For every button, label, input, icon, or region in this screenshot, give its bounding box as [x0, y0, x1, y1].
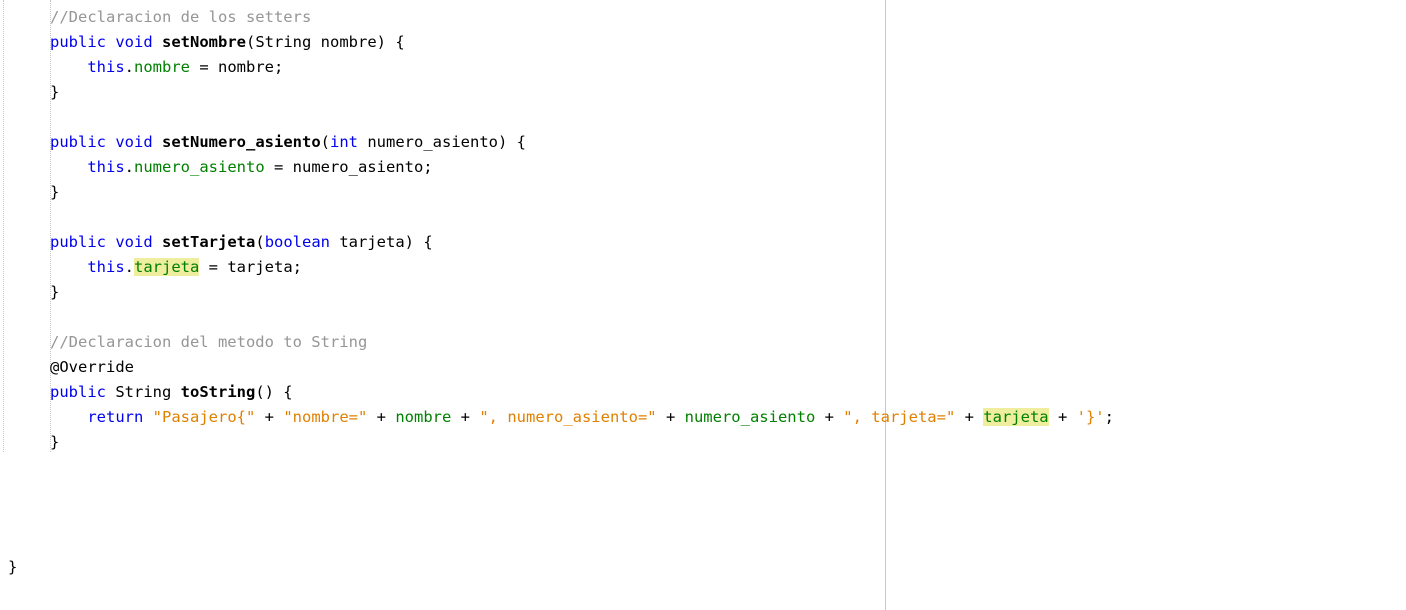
- code-token: (: [255, 233, 265, 251]
- code-token: int: [330, 133, 358, 151]
- code-token: }: [50, 183, 60, 201]
- code-token: public: [50, 233, 106, 251]
- code-token: }: [50, 283, 60, 301]
- code-token: @Override: [50, 358, 134, 376]
- code-token: boolean: [264, 233, 331, 251]
- code-token: numero_asiento) {: [358, 133, 526, 151]
- code-token: ", numero_asiento=": [479, 408, 657, 426]
- code-token: (: [320, 133, 330, 151]
- code-text-area[interactable]: //Declaracion de los setters public void …: [0, 0, 1406, 610]
- code-token: +: [955, 408, 984, 426]
- code-token: '}': [1076, 408, 1105, 426]
- code-line: }: [50, 80, 59, 105]
- code-token: void: [115, 33, 153, 51]
- code-token: .: [124, 258, 134, 276]
- code-token: }: [50, 83, 60, 101]
- code-token: "nombre=": [283, 408, 368, 426]
- code-line: this.tarjeta = tarjeta;: [50, 255, 302, 280]
- code-token: public: [50, 383, 106, 401]
- highlighted-token: tarjeta: [134, 258, 200, 276]
- code-token: = nombre;: [190, 58, 284, 76]
- code-token: = numero_asiento;: [264, 158, 433, 176]
- code-token: (String nombre) {: [246, 33, 405, 51]
- code-line: //Declaracion del metodo to String: [50, 330, 367, 355]
- code-token: public: [50, 133, 106, 151]
- code-line: }: [50, 430, 59, 455]
- code-token: //Declaracion de los setters: [50, 8, 312, 26]
- code-token: this: [87, 158, 125, 176]
- highlighted-token: tarjeta: [983, 408, 1049, 426]
- code-token: +: [367, 408, 396, 426]
- code-token: +: [255, 408, 284, 426]
- code-token: ;: [1104, 408, 1114, 426]
- code-token: "Pasajero{": [152, 408, 256, 426]
- code-token: String: [106, 383, 181, 401]
- code-line: public String toString() {: [50, 380, 293, 405]
- code-line: //Declaracion de los setters: [50, 5, 311, 30]
- code-token: .: [124, 58, 134, 76]
- code-token: +: [815, 408, 844, 426]
- code-line: public void setTarjeta(boolean tarjeta) …: [50, 230, 433, 255]
- code-token: () {: [255, 383, 293, 401]
- code-token: +: [1048, 408, 1077, 426]
- code-token: .: [124, 158, 134, 176]
- code-line: this.numero_asiento = numero_asiento;: [50, 155, 433, 180]
- code-token: void: [115, 233, 153, 251]
- code-token: numero_asiento: [684, 408, 816, 426]
- code-editor-surface[interactable]: //Declaracion de los setters public void …: [0, 0, 1406, 610]
- code-line: this.nombre = nombre;: [50, 55, 283, 80]
- code-token: //Declaracion del metodo to String: [50, 333, 368, 351]
- code-line: }: [50, 280, 59, 305]
- code-token: nombre: [395, 408, 452, 426]
- code-token: this: [87, 58, 125, 76]
- code-token: setNumero_asiento: [162, 133, 321, 151]
- code-line: public void setNombre(String nombre) {: [50, 30, 405, 55]
- code-token: ", tarjeta=": [843, 408, 956, 426]
- code-token: toString: [180, 383, 256, 401]
- code-line: @Override: [50, 355, 134, 380]
- code-line: }: [8, 555, 17, 580]
- code-line: public void setNumero_asiento(int numero…: [50, 130, 526, 155]
- code-token: tarjeta) {: [330, 233, 433, 251]
- code-token: return: [87, 408, 144, 426]
- code-token: }: [50, 433, 60, 451]
- code-token: +: [451, 408, 480, 426]
- code-token: nombre: [134, 58, 190, 76]
- code-token: this: [87, 258, 125, 276]
- code-line: return "Pasajero{" + "nombre=" + nombre …: [50, 405, 1114, 430]
- code-line: }: [50, 180, 59, 205]
- code-token: void: [115, 133, 153, 151]
- code-token: }: [8, 558, 18, 576]
- code-token: public: [50, 33, 106, 51]
- code-token: setTarjeta: [162, 233, 256, 251]
- code-token: = tarjeta;: [199, 258, 302, 276]
- code-token: numero_asiento: [134, 158, 265, 176]
- code-token: +: [656, 408, 685, 426]
- code-token: setNombre: [162, 33, 247, 51]
